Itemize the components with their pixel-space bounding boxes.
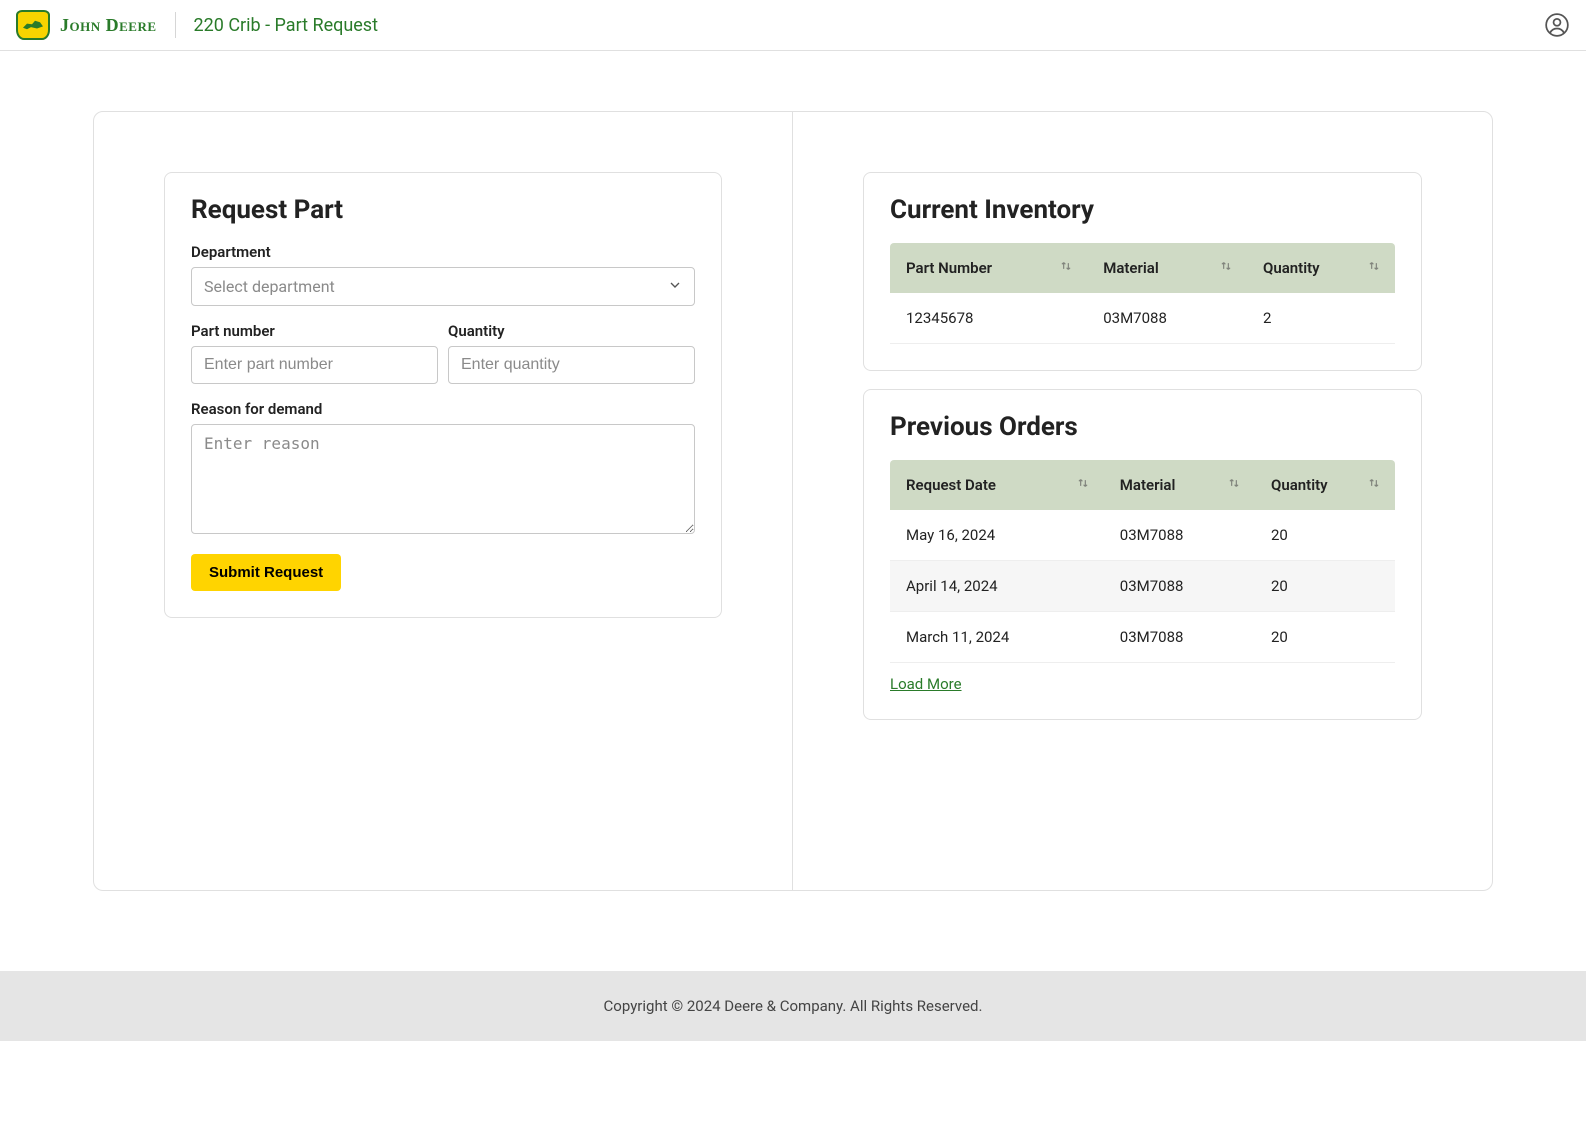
brand-logo: John Deere (16, 10, 157, 40)
part-number-field: Part number (191, 322, 438, 384)
reason-label: Reason for demand (191, 400, 695, 418)
panel-right: Current Inventory Part Number Materia (793, 112, 1492, 890)
cell-material: 03M7088 (1104, 561, 1255, 612)
cell-quantity: 20 (1255, 612, 1395, 663)
sort-icon (1059, 259, 1073, 277)
inventory-col-part-number[interactable]: Part Number (890, 243, 1087, 293)
inventory-col-quantity[interactable]: Quantity (1247, 243, 1395, 293)
previous-orders-card: Previous Orders Request Date Material (863, 389, 1422, 720)
department-field: Department Select department (191, 243, 695, 306)
cell-date: May 16, 2024 (890, 510, 1104, 561)
deere-logo-icon (16, 10, 50, 40)
panel-left: Request Part Department Select departmen… (94, 112, 793, 890)
inventory-table: Part Number Material (890, 243, 1395, 344)
sort-icon (1076, 476, 1090, 494)
cell-material: 03M7088 (1087, 293, 1247, 344)
orders-table: Request Date Material (890, 460, 1395, 663)
part-number-input[interactable] (191, 346, 438, 384)
department-select[interactable]: Select department (191, 267, 695, 306)
cell-date: April 14, 2024 (890, 561, 1104, 612)
load-more-link[interactable]: Load More (890, 675, 962, 693)
sort-icon (1367, 476, 1381, 494)
reason-field: Reason for demand (191, 400, 695, 538)
cell-part-number: 12345678 (890, 293, 1087, 344)
orders-col-material[interactable]: Material (1104, 460, 1255, 510)
department-label: Department (191, 243, 695, 261)
part-number-label: Part number (191, 322, 438, 340)
previous-orders-title: Previous Orders (890, 412, 1395, 442)
table-row: April 14, 2024 03M7088 20 (890, 561, 1395, 612)
brand-name: John Deere (60, 15, 157, 36)
table-row: March 11, 2024 03M7088 20 (890, 612, 1395, 663)
orders-col-date[interactable]: Request Date (890, 460, 1104, 510)
quantity-label: Quantity (448, 322, 695, 340)
page-footer: Copyright © 2024 Deere & Company. All Ri… (0, 971, 1586, 1041)
quantity-field: Quantity (448, 322, 695, 384)
content-panel: Request Part Department Select departmen… (93, 111, 1493, 891)
request-part-card: Request Part Department Select departmen… (164, 172, 722, 618)
submit-request-button[interactable]: Submit Request (191, 554, 341, 591)
inventory-col-material[interactable]: Material (1087, 243, 1247, 293)
sort-icon (1219, 259, 1233, 277)
orders-col-quantity[interactable]: Quantity (1255, 460, 1395, 510)
sort-icon (1367, 259, 1381, 277)
cell-quantity: 2 (1247, 293, 1395, 344)
cell-material: 03M7088 (1104, 612, 1255, 663)
sort-icon (1227, 476, 1241, 494)
page-title: 220 Crib - Part Request (194, 15, 378, 36)
header-divider (175, 12, 176, 38)
current-inventory-card: Current Inventory Part Number Materia (863, 172, 1422, 371)
main-content: Request Part Department Select departmen… (0, 51, 1586, 971)
account-icon[interactable] (1544, 12, 1570, 38)
table-row: 12345678 03M7088 2 (890, 293, 1395, 344)
quantity-input[interactable] (448, 346, 695, 384)
cell-date: March 11, 2024 (890, 612, 1104, 663)
cell-material: 03M7088 (1104, 510, 1255, 561)
request-part-title: Request Part (191, 195, 695, 225)
app-header: John Deere 220 Crib - Part Request (0, 0, 1586, 51)
table-row: May 16, 2024 03M7088 20 (890, 510, 1395, 561)
header-left: John Deere 220 Crib - Part Request (16, 10, 378, 40)
current-inventory-title: Current Inventory (890, 195, 1395, 225)
cell-quantity: 20 (1255, 561, 1395, 612)
copyright-text: Copyright © 2024 Deere & Company. All Ri… (604, 997, 983, 1015)
reason-textarea[interactable] (191, 424, 695, 534)
cell-quantity: 20 (1255, 510, 1395, 561)
